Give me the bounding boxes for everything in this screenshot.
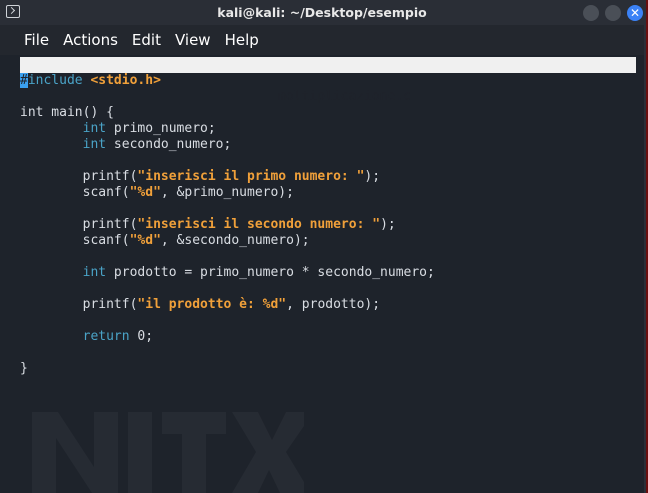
code-line-8: scanf("%d", &primo_numero); [82,185,294,200]
code-line-15: printf("il prodotto è: %d", prodotto); [82,297,381,312]
window-title: kali@kali: ~/Desktop/esempio [217,5,427,20]
code-line-1: #include <stdio.h> [20,73,161,88]
code-line-19: } [20,361,28,376]
terminal-area[interactable]: GNU nano 7.2 moltiplicazione.c #include … [14,55,642,493]
close-button[interactable]: ✕ [627,5,643,21]
title-bar[interactable]: kali@kali: ~/Desktop/esempio ✕ [0,0,644,25]
code-line-17: return 0; [82,329,154,344]
menu-file[interactable]: File [24,31,49,49]
menu-edit[interactable]: Edit [132,31,161,49]
menu-bar: File Actions Edit View Help [0,25,644,55]
maximize-button[interactable] [605,5,621,21]
code-editor[interactable]: #include <stdio.h> int main() { int prim… [20,73,435,377]
code-line-5: int secondo_numero; [82,137,232,152]
text-cursor: # [20,73,28,88]
nano-header-bar: GNU nano 7.2 moltiplicazione.c [20,57,636,104]
code-line-13: int prodotto = primo_numero * secondo_nu… [82,265,435,280]
code-line-7: printf("inserisci il primo numero: "); [82,169,381,184]
code-line-10: printf("inserisci il secondo numero: "); [82,217,396,232]
terminal-icon[interactable] [6,5,20,18]
code-line-4: int primo_numero; [82,121,216,136]
code-line-11: scanf("%d", &secondo_numero); [82,233,310,248]
menu-actions[interactable]: Actions [63,31,118,49]
menu-view[interactable]: View [175,31,211,49]
code-line-3: int main() { [20,105,114,120]
minimize-button[interactable] [583,5,599,21]
terminal-window: kali@kali: ~/Desktop/esempio ✕ File Acti… [0,0,646,493]
close-icon: ✕ [629,6,641,20]
menu-help[interactable]: Help [225,31,259,49]
